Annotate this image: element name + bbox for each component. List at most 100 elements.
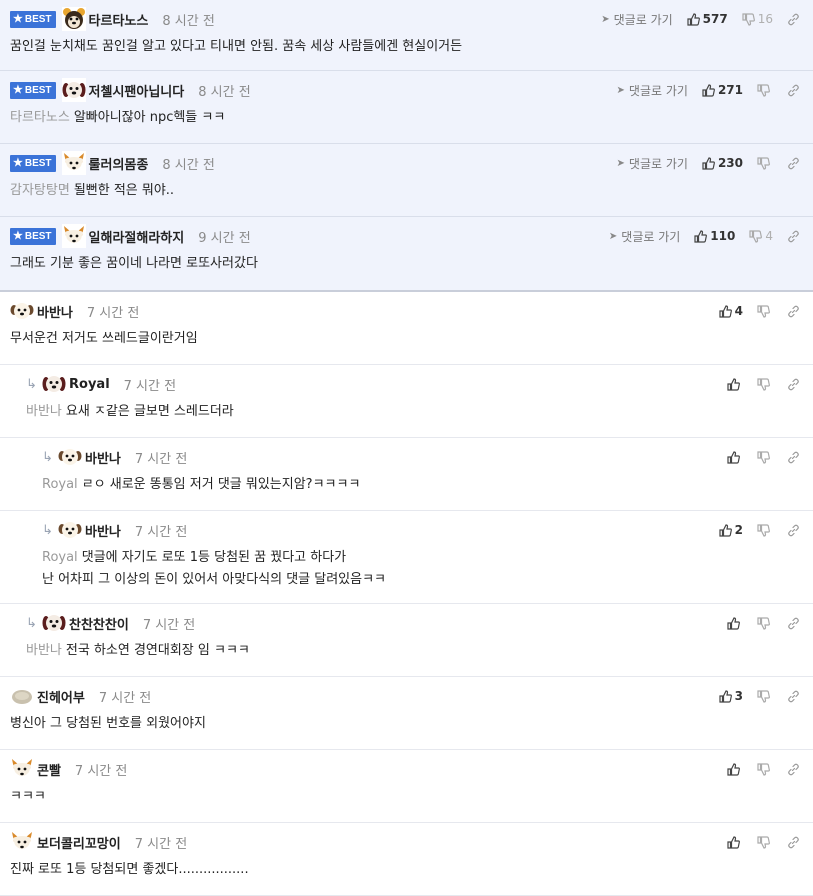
comment-body: 진짜 로또 1등 당첨되면 좋겠다................. [10,859,803,881]
link-icon[interactable] [787,617,801,630]
downvote-button[interactable]: 16 [742,12,773,26]
reply-target[interactable]: Royal [42,550,78,565]
downvote-button[interactable] [757,304,773,318]
comment-time: 9 시간 전 [198,230,251,246]
downvote-button[interactable] [757,835,773,849]
upvote-button[interactable] [727,762,743,776]
go-to-reply-button[interactable]: ➤ 댓글로 가기 [601,11,672,28]
link-icon[interactable] [787,690,801,703]
upvote-button[interactable]: 577 [687,12,728,26]
best-label: BEST [24,84,52,96]
upvote-button[interactable]: 110 [694,229,735,243]
comment-text: 꿈인걸 눈치채도 꿈인걸 알고 있다고 티내면 안됨. 꿈속 세상 사람들에겐 … [10,39,463,54]
upvote-button[interactable]: 271 [702,83,743,97]
comment-item: ★ BEST 타르타노스 8 시간 전 ➤ 댓글로 가기 577 16 꿈인걸 눈치채도 꿈인걸… [0,0,813,71]
link-icon[interactable] [787,305,801,318]
thumbs-up-icon [727,377,743,391]
downvote-button[interactable] [757,689,773,703]
downvote-button[interactable] [757,156,773,170]
reply-target[interactable]: 바반나 [26,643,62,658]
best-label: BEST [24,13,52,25]
upvote-button[interactable]: 2 [719,523,743,537]
go-to-reply-button[interactable]: ➤ 댓글로 가기 [617,82,688,99]
thumbs-up-icon [702,83,718,97]
downvote-button[interactable] [757,523,773,537]
link-icon[interactable] [787,451,801,464]
thumbs-down-icon [757,523,773,537]
send-arrow-icon: ➤ [616,84,625,96]
link-icon[interactable] [787,230,801,243]
puppy-avatar-icon[interactable] [42,611,66,635]
comment-nickname[interactable]: 일해라절해라하지 [89,227,185,246]
comment-line: Royal 댓글에 자기도 로또 1등 당첨된 꿈 꿨다고 하다가 [42,547,803,569]
dog-avatar-icon[interactable] [10,299,34,323]
comment-line: 그래도 기분 좋은 꿈이네 나라면 로또사러갔다 [10,253,803,275]
reply-arrow-icon: ↳ [42,522,53,538]
upvote-button[interactable] [727,450,743,464]
bear-avatar-icon[interactable] [61,7,86,31]
fox-avatar-icon[interactable] [10,830,34,854]
comment-nickname[interactable]: 룰러의몸종 [89,154,149,173]
fox-avatar-icon[interactable] [61,151,86,175]
link-icon[interactable] [787,836,801,849]
downvote-button[interactable] [757,616,773,630]
downvote-button[interactable] [757,377,773,391]
go-to-reply-button[interactable]: ➤ 댓글로 가기 [617,155,688,172]
comment-nickname[interactable]: 저첼시팬아닙니다 [89,81,185,100]
comment-nickname[interactable]: 보더콜리꼬망이 [37,833,121,852]
upvote-button[interactable] [727,835,743,849]
comment-line: 무서운건 저거도 쓰레드글이란거임 [10,328,803,350]
link-icon[interactable] [787,763,801,776]
upvote-count: 4 [734,304,743,318]
comment-nickname[interactable]: 바반나 [37,302,73,321]
dog-avatar-icon[interactable] [58,445,82,469]
downvote-button[interactable] [757,83,773,97]
upvote-button[interactable]: 3 [719,689,743,703]
comment-nickname[interactable]: 콘빨 [37,760,61,779]
comment-nickname[interactable]: Royal [69,377,110,392]
blob-avatar-icon[interactable] [10,684,34,708]
upvote-button[interactable] [727,377,743,391]
fox-avatar-icon[interactable] [10,757,34,781]
send-arrow-icon: ➤ [616,157,625,169]
link-icon[interactable] [787,157,801,170]
comment-nickname[interactable]: 진헤어부 [37,687,85,706]
reply-target[interactable]: Royal [42,477,78,492]
link-icon[interactable] [787,84,801,97]
comment-time: 8 시간 전 [162,13,215,29]
upvote-count: 271 [717,83,743,97]
puppy-avatar-icon[interactable] [61,78,86,102]
downvote-button[interactable] [757,450,773,464]
link-icon[interactable] [787,378,801,391]
upvote-button[interactable]: 4 [719,304,743,318]
puppy-avatar-icon[interactable] [42,372,66,396]
downvote-button[interactable] [757,762,773,776]
send-arrow-icon: ➤ [608,230,618,242]
thumbs-down-icon [757,450,773,464]
fox-avatar-icon[interactable] [61,224,86,248]
comment-text: 무서운건 저거도 쓰레드글이란거임 [10,331,198,346]
star-icon: ★ [13,83,23,96]
star-icon: ★ [13,12,23,25]
upvote-button[interactable]: 230 [702,156,743,170]
comment-nickname[interactable]: 바반나 [85,448,121,467]
comment-nickname[interactable]: 타르타노스 [89,10,149,29]
comment-text: 댓글에 자기도 로또 1등 당첨된 꿈 꿨다고 하다가 [81,550,347,565]
reply-target[interactable]: 바반나 [26,404,62,419]
downvote-button[interactable]: 4 [749,229,773,243]
thumbs-down-icon [749,229,765,243]
upvote-button[interactable] [727,616,743,630]
reply-target[interactable]: 타르타노스 [10,110,70,125]
comment-item: 보더콜리꼬망이 7 시간 전 진짜 로또 1등 당첨되면 좋겠다..........… [0,823,813,896]
comment-item: ↳ 찬찬찬찬이 7 시간 전 바반나 전국 하소연 경연대회장 임 ㅋㅋㅋ [0,604,813,677]
go-to-reply-button[interactable]: ➤ 댓글로 가기 [609,228,680,245]
comment-line: ㅋㅋㅋ [10,786,803,808]
dog-avatar-icon[interactable] [58,518,82,542]
link-icon[interactable] [787,13,801,26]
reply-target[interactable]: 감자탕탕면 [10,183,70,198]
comment-nickname[interactable]: 바반나 [85,521,121,540]
link-icon[interactable] [787,524,801,537]
best-label: BEST [24,157,52,169]
comment-nickname[interactable]: 찬찬찬찬이 [69,614,129,633]
comment-line: 감자탕탕면 될뻔한 적은 뭐야.. [10,180,803,202]
